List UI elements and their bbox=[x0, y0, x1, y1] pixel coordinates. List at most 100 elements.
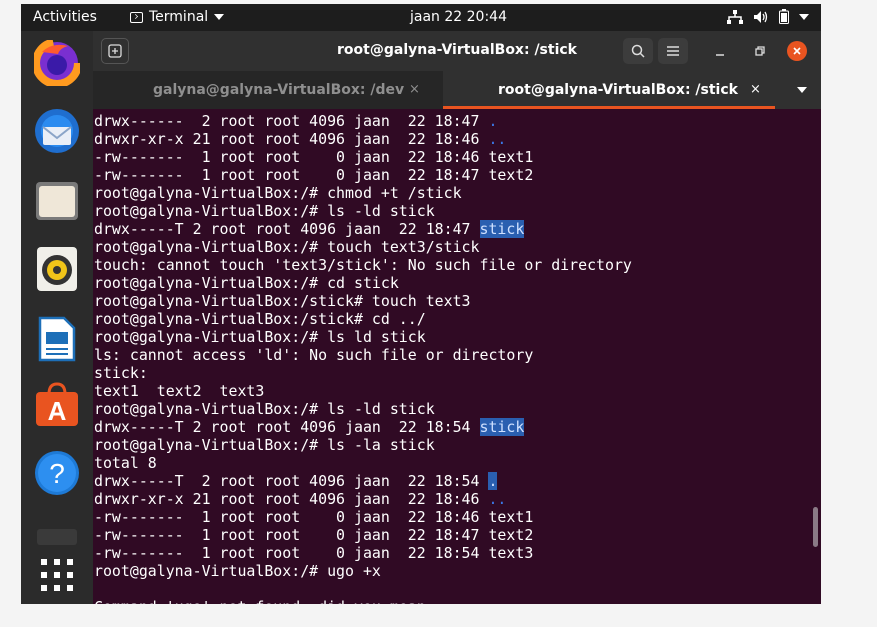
restore-icon bbox=[755, 46, 765, 56]
terminal-line: stick: bbox=[94, 364, 632, 382]
close-button[interactable] bbox=[787, 41, 807, 61]
terminal-line-directory-name: stick bbox=[479, 418, 525, 436]
terminal-line: drwxr-xr-x 21 root root 4096 jaan 22 18:… bbox=[94, 490, 632, 508]
terminal-line-text: root@galyna-VirtualBox:/# chmod +t /stic… bbox=[94, 184, 462, 202]
terminal-line-text: root@galyna-VirtualBox:/# ls -ld stick bbox=[94, 202, 435, 220]
tab-label: galyna@galyna-VirtualBox: /dev bbox=[153, 82, 405, 98]
terminal-line: -rw------- 1 root root 0 jaan 22 18:54 t… bbox=[94, 544, 632, 562]
tab-close-icon[interactable]: × bbox=[409, 71, 420, 109]
thunderbird-icon bbox=[35, 109, 79, 153]
terminal-line: -rw------- 1 root root 0 jaan 22 18:47 t… bbox=[94, 526, 632, 544]
top-bar: Activities Terminal jaan 22 20:44 bbox=[21, 4, 821, 31]
tab-bar: galyna@galyna-VirtualBox: /dev × root@ga… bbox=[93, 71, 821, 109]
terminal-line: root@galyna-VirtualBox:/stick# cd ../ bbox=[94, 310, 632, 328]
tab-galyna-dev[interactable]: galyna@galyna-VirtualBox: /dev × bbox=[93, 71, 443, 109]
ubuntu-software-launcher[interactable]: A bbox=[33, 381, 81, 429]
terminal-line: root@galyna-VirtualBox:/stick# touch tex… bbox=[94, 292, 632, 310]
svg-text:?: ? bbox=[49, 458, 65, 489]
search-button[interactable] bbox=[623, 38, 653, 64]
terminal-line: root@galyna-VirtualBox:/# ls ld stick bbox=[94, 328, 632, 346]
terminal-line: drwx-----T 2 root root 4096 jaan 22 18:5… bbox=[94, 418, 632, 436]
terminal-line: touch: cannot touch 'text3/stick': No su… bbox=[94, 256, 632, 274]
speaker-icon bbox=[37, 247, 77, 291]
terminal-line-text: -rw------- 1 root root 0 jaan 22 18:47 t… bbox=[94, 526, 534, 544]
terminal-line-text: root@galyna-VirtualBox:/# cd stick bbox=[94, 274, 399, 292]
terminal-line-directory-name: . bbox=[488, 112, 498, 130]
terminal-line-text: drwxr-xr-x 21 root root 4096 jaan 22 18:… bbox=[94, 490, 489, 508]
terminal-line-text: drwx-----T 2 root root 4096 jaan 22 18:4… bbox=[94, 220, 480, 238]
rhythmbox-launcher[interactable] bbox=[33, 245, 81, 293]
terminal-line-text: root@galyna-VirtualBox:/stick# cd ../ bbox=[94, 310, 426, 328]
terminal-window: root@galyna-VirtualBox: /stick galyna@ga… bbox=[93, 31, 821, 604]
terminal-line-text: root@galyna-VirtualBox:/# ugo +x bbox=[94, 562, 381, 580]
terminal-line: text1 text2 text3 bbox=[94, 382, 632, 400]
tab-root-stick[interactable]: root@galyna-VirtualBox: /stick × bbox=[443, 71, 775, 109]
terminal-line: ls: cannot access 'ld': No such file or … bbox=[94, 346, 632, 364]
terminal-line-directory-name: stick bbox=[479, 220, 525, 238]
app-menu-label: Terminal bbox=[149, 9, 209, 25]
folder-icon bbox=[36, 182, 78, 220]
terminal-line: drwxr-xr-x 21 root root 4096 jaan 22 18:… bbox=[94, 130, 632, 148]
help-icon: ? bbox=[35, 451, 79, 495]
terminal-app-icon bbox=[37, 529, 77, 545]
chevron-down-icon bbox=[214, 14, 225, 20]
firefox-launcher[interactable] bbox=[33, 39, 81, 87]
terminal-line: drwx-----T 2 root root 4096 jaan 22 18:5… bbox=[94, 472, 632, 490]
tab-label: root@galyna-VirtualBox: /stick bbox=[498, 82, 738, 98]
system-menu-chevron-icon bbox=[799, 13, 809, 20]
terminal-line-text: text1 text2 text3 bbox=[94, 382, 265, 400]
terminal-line: root@galyna-VirtualBox:/# touch text3/st… bbox=[94, 238, 632, 256]
terminal-line-text: touch: cannot touch 'text3/stick': No su… bbox=[94, 256, 632, 274]
terminal-line-text: root@galyna-VirtualBox:/# ls -ld stick bbox=[94, 400, 435, 418]
thunderbird-launcher[interactable] bbox=[33, 107, 81, 155]
terminal-line-text: root@galyna-VirtualBox:/# ls ld stick bbox=[94, 328, 426, 346]
terminal-line: root@galyna-VirtualBox:/# ls -ld stick bbox=[94, 202, 632, 220]
terminal-line-text: drwxr-xr-x 21 root root 4096 jaan 22 18:… bbox=[94, 130, 489, 148]
terminal-line-text: drwx------ 2 root root 4096 jaan 22 18:4… bbox=[94, 112, 489, 130]
terminal-line: total 8 bbox=[94, 454, 632, 472]
hamburger-menu-button[interactable] bbox=[658, 38, 688, 64]
terminal-line: root@galyna-VirtualBox:/# cd stick bbox=[94, 274, 632, 292]
firefox-icon bbox=[34, 40, 80, 86]
terminal-icon bbox=[130, 11, 143, 23]
svg-text:A: A bbox=[48, 396, 67, 426]
terminal-line-text: -rw------- 1 root root 0 jaan 22 18:46 t… bbox=[94, 148, 534, 166]
terminal-line-text: root@galyna-VirtualBox:/stick# touch tex… bbox=[94, 292, 471, 310]
libreoffice-writer-launcher[interactable] bbox=[33, 315, 81, 363]
app-menu[interactable]: Terminal bbox=[130, 9, 225, 25]
terminal-line: Command 'ugo' not found, did you mean: bbox=[94, 598, 632, 604]
terminal-line-text: drwx-----T 2 root root 4096 jaan 22 18:5… bbox=[94, 472, 489, 490]
hamburger-icon bbox=[667, 46, 679, 56]
terminal-line: drwx------ 2 root root 4096 jaan 22 18:4… bbox=[94, 112, 632, 130]
terminal-line-directory-name: .. bbox=[488, 490, 507, 508]
network-icon bbox=[727, 9, 743, 24]
minimize-button[interactable] bbox=[705, 38, 735, 64]
scrollbar[interactable] bbox=[813, 507, 818, 547]
activities-button[interactable]: Activities bbox=[33, 9, 97, 25]
terminal-output[interactable]: drwx------ 2 root root 4096 jaan 22 18:4… bbox=[93, 109, 821, 604]
files-launcher[interactable] bbox=[33, 177, 81, 225]
terminal-line: root@galyna-VirtualBox:/# chmod +t /stic… bbox=[94, 184, 632, 202]
terminal-line: drwx-----T 2 root root 4096 jaan 22 18:4… bbox=[94, 220, 632, 238]
maximize-button[interactable] bbox=[745, 38, 775, 64]
minimize-icon bbox=[716, 54, 724, 56]
dock: A ? bbox=[21, 31, 93, 604]
clock[interactable]: jaan 22 20:44 bbox=[410, 9, 507, 25]
volume-icon bbox=[754, 10, 768, 23]
show-applications-button[interactable] bbox=[33, 551, 81, 599]
terminal-line-text: Command 'ugo' not found, did you mean: bbox=[94, 598, 435, 604]
terminal-line: -rw------- 1 root root 0 jaan 22 18:47 t… bbox=[94, 166, 632, 184]
terminal-line-text: -rw------- 1 root root 0 jaan 22 18:47 t… bbox=[94, 166, 534, 184]
terminal-line-text: ls: cannot access 'ld': No such file or … bbox=[94, 346, 534, 364]
terminal-line-text: drwx-----T 2 root root 4096 jaan 22 18:5… bbox=[94, 418, 480, 436]
search-icon bbox=[631, 44, 645, 58]
terminal-line-text: total 8 bbox=[94, 454, 157, 472]
app-grid-icon bbox=[41, 559, 73, 591]
terminal-line-directory-name: . bbox=[488, 472, 498, 490]
system-tray[interactable] bbox=[727, 9, 809, 24]
help-launcher[interactable]: ? bbox=[33, 449, 81, 497]
terminal-line-text: -rw------- 1 root root 0 jaan 22 18:46 t… bbox=[94, 508, 534, 526]
tab-list-dropdown-icon[interactable] bbox=[797, 87, 807, 93]
tab-close-icon[interactable]: × bbox=[750, 71, 761, 109]
